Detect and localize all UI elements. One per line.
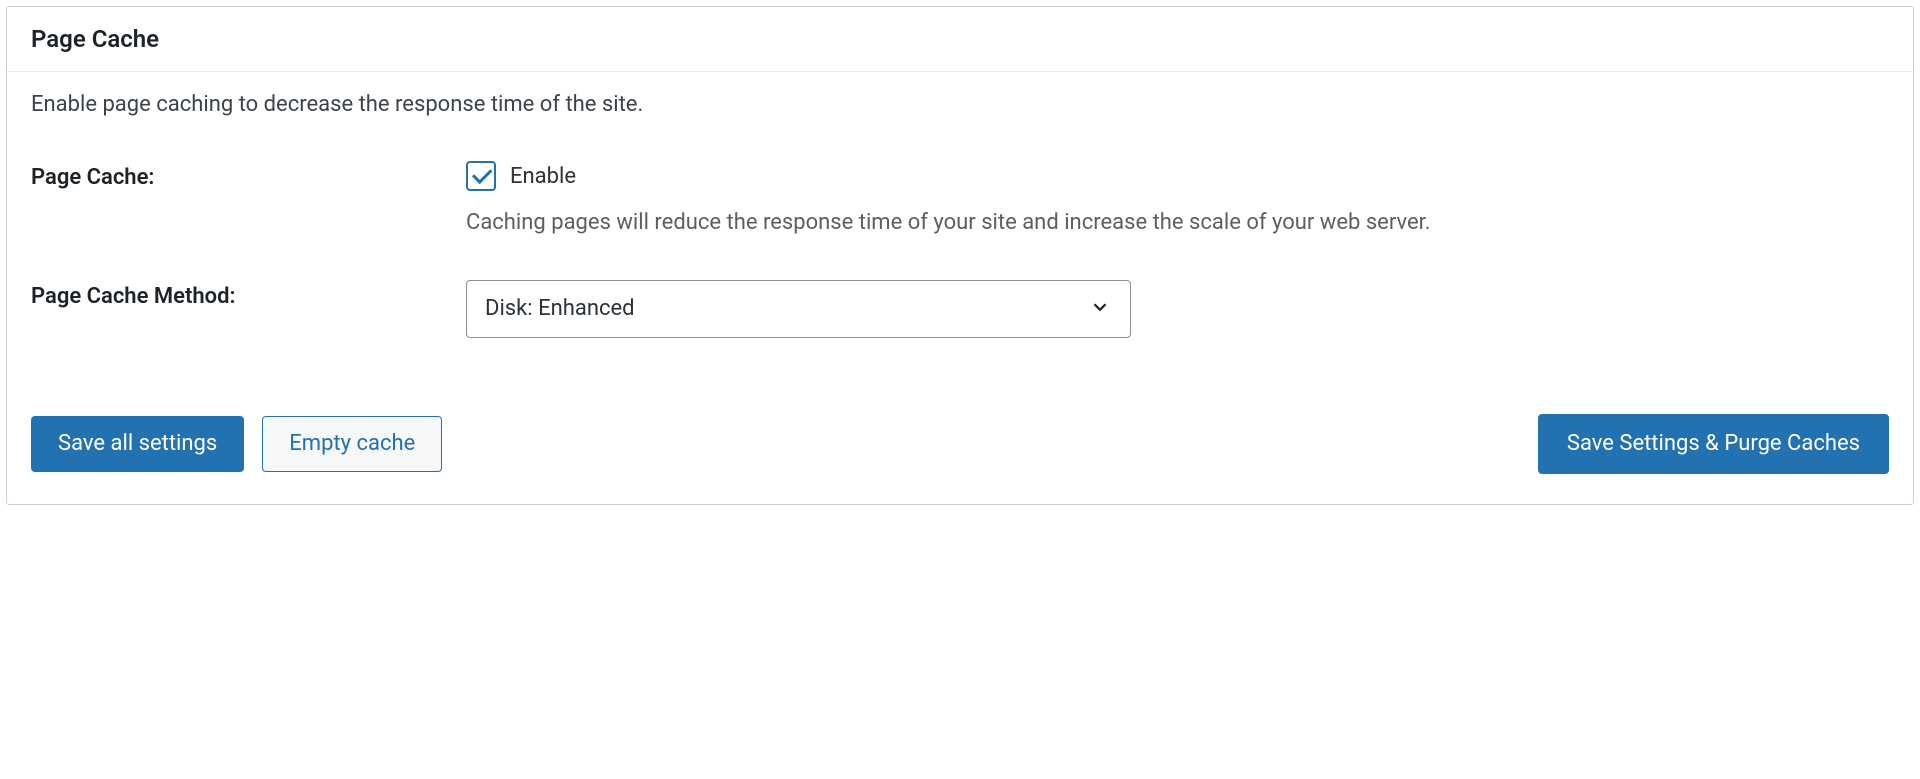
page-cache-method-control: Disk: Enhanced: [466, 280, 1889, 338]
save-all-settings-button[interactable]: Save all settings: [31, 416, 244, 472]
panel-description: Enable page caching to decrease the resp…: [31, 92, 1889, 117]
page-cache-control: Enable Caching pages will reduce the res…: [466, 161, 1889, 240]
empty-cache-button[interactable]: Empty cache: [262, 416, 442, 472]
page-cache-enable-checkbox[interactable]: [466, 161, 496, 191]
button-row: Save all settings Empty cache Save Setti…: [7, 378, 1913, 504]
page-cache-method-row: Page Cache Method: Disk: Enhanced: [31, 280, 1889, 338]
panel-header: Page Cache: [7, 7, 1913, 72]
page-cache-label: Page Cache:: [31, 161, 466, 240]
page-cache-help-text: Caching pages will reduce the response t…: [466, 205, 1486, 240]
save-settings-purge-caches-button[interactable]: Save Settings & Purge Caches: [1538, 414, 1889, 474]
page-cache-row: Page Cache: Enable Caching pages will re…: [31, 161, 1889, 240]
select-wrap: Disk: Enhanced: [466, 280, 1131, 338]
panel-body: Enable page caching to decrease the resp…: [7, 72, 1913, 338]
page-cache-enable-label: Enable: [510, 164, 576, 189]
page-cache-panel: Page Cache Enable page caching to decrea…: [6, 6, 1914, 505]
panel-title: Page Cache: [31, 25, 1889, 53]
page-cache-method-select[interactable]: Disk: Enhanced: [466, 280, 1131, 338]
button-group-left: Save all settings Empty cache: [31, 416, 442, 472]
page-cache-checkbox-line: Enable: [466, 161, 1889, 191]
page-cache-method-label: Page Cache Method:: [31, 280, 466, 338]
